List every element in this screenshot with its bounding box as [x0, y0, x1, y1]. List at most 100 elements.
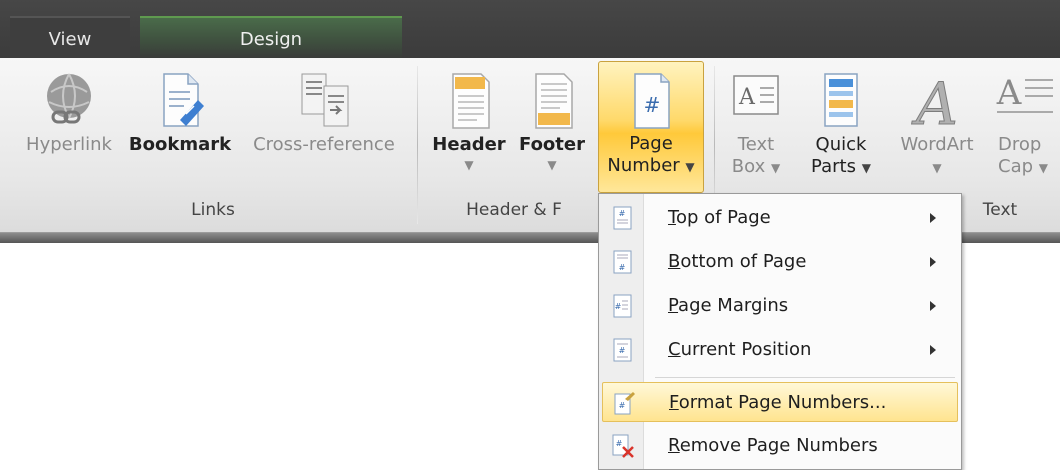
- menu-item-label: Remove Page Numbers: [668, 426, 878, 466]
- top-of-page-icon: #: [613, 206, 632, 230]
- menu-separator: [655, 377, 955, 378]
- menu-item-label: Top of Page: [668, 198, 771, 238]
- footer-dropdown-arrow-icon: ▼: [547, 158, 557, 172]
- text-box-line1: Text: [737, 134, 775, 155]
- svg-text:A: A: [996, 73, 1022, 113]
- text-box-line2: Box: [731, 156, 766, 177]
- menu-item-text: ottom of Page: [680, 251, 807, 272]
- wordart-dropdown-arrow-icon: ▼: [932, 161, 942, 175]
- bookmark-label: Bookmark: [128, 134, 232, 155]
- accelerator-key: B: [668, 251, 681, 272]
- menu-item-text: op of Page: [675, 207, 771, 228]
- quick-parts-line2: Parts: [811, 156, 856, 177]
- page-number-line1: Page: [629, 133, 673, 154]
- footer-text: Footer: [519, 134, 585, 155]
- header-footer-group-label: Header & F: [466, 200, 562, 220]
- tab-design[interactable]: Design: [140, 16, 402, 60]
- menu-item-label: Current Position: [668, 330, 811, 370]
- text-box-button[interactable]: A Text Box ▼: [720, 64, 792, 192]
- svg-text:#: #: [619, 346, 626, 355]
- menu-item-label: Page Margins: [668, 286, 788, 326]
- hyperlink-icon: [47, 73, 91, 124]
- submenu-arrow-icon: [930, 213, 936, 223]
- menu-item-remove-page-numbers[interactable]: # Remove Page Numbers: [602, 426, 958, 466]
- wordart-button[interactable]: A WordArt ▼: [890, 64, 984, 192]
- quick-parts-button[interactable]: Quick Parts ▼: [800, 64, 882, 192]
- cross-reference-button[interactable]: Cross-reference: [240, 64, 408, 192]
- footer-icon: [535, 73, 573, 129]
- group-separator: [417, 66, 418, 224]
- menu-item-label: Format Page Numbers...: [669, 383, 886, 423]
- header-text: Header: [432, 134, 506, 155]
- drop-cap-dropdown-arrow-icon: ▼: [1038, 161, 1048, 175]
- bookmark-button[interactable]: Bookmark: [126, 64, 234, 192]
- header-icon: [452, 73, 490, 129]
- bottom-of-page-icon: #: [613, 250, 632, 274]
- cross-reference-icon: [301, 73, 349, 127]
- menu-item-format-page-numbers[interactable]: # Format Page Numbers...: [602, 382, 958, 422]
- svg-text:#: #: [615, 302, 622, 311]
- footer-button[interactable]: Footer ▼: [512, 64, 592, 192]
- quick-parts-line1: Quick: [815, 134, 867, 155]
- footer-label: Footer ▼: [512, 134, 592, 174]
- page-number-button[interactable]: # Page Number ▼: [598, 61, 704, 193]
- svg-text:A: A: [738, 85, 756, 110]
- submenu-arrow-icon: [930, 345, 936, 355]
- menu-item-bottom-of-page[interactable]: # Bottom of Page: [602, 242, 958, 282]
- menu-item-text: emove Page Numbers: [679, 435, 878, 456]
- wordart-icon: A: [911, 70, 959, 132]
- header-button[interactable]: Header ▼: [428, 64, 510, 192]
- bookmark-icon: [163, 73, 204, 127]
- accelerator-key: P: [668, 295, 679, 316]
- quick-parts-dropdown-arrow-icon: ▼: [861, 161, 871, 175]
- drop-cap-icon: A: [996, 73, 1053, 113]
- current-position-icon: #: [613, 338, 632, 362]
- wordart-label: WordArt ▼: [890, 134, 984, 179]
- menu-item-text: age Margins: [678, 295, 789, 316]
- menu-item-top-of-page[interactable]: # Top of Page: [602, 198, 958, 238]
- page-number-dropdown-arrow-icon: ▼: [685, 160, 695, 174]
- accelerator-key: T: [668, 207, 676, 228]
- page-margins-icon: #: [613, 294, 632, 318]
- menu-item-text: urrent Position: [680, 339, 812, 360]
- text-box-label: Text Box ▼: [720, 134, 792, 179]
- wordart-text: WordArt: [900, 134, 974, 155]
- header-label: Header ▼: [428, 134, 510, 174]
- submenu-arrow-icon: [930, 301, 936, 311]
- drop-cap-line1: Drop: [998, 134, 1042, 155]
- accelerator-key: F: [669, 392, 679, 413]
- page-number-dropdown-menu: # Top of Page # Bottom of Page # Page Ma…: [598, 193, 962, 470]
- svg-text:#: #: [619, 401, 626, 410]
- menu-item-page-margins[interactable]: # Page Margins: [602, 286, 958, 326]
- remove-page-numbers-icon: #: [612, 434, 634, 458]
- page-number-icon: #: [634, 73, 670, 129]
- text-group-label: Text: [982, 200, 1018, 220]
- cross-reference-label: Cross-reference: [253, 134, 395, 155]
- drop-cap-label: Drop Cap ▼: [990, 134, 1060, 179]
- svg-text:#: #: [644, 93, 661, 117]
- text-box-icon: A: [733, 75, 779, 115]
- format-page-numbers-icon: #: [614, 392, 635, 415]
- links-group-label: Links: [191, 200, 235, 220]
- page-number-line2: Number: [607, 155, 680, 176]
- svg-text:#: #: [619, 263, 626, 272]
- menu-item-label: Bottom of Page: [668, 242, 806, 282]
- drop-cap-button[interactable]: A Drop Cap ▼: [990, 64, 1060, 192]
- text-box-dropdown-arrow-icon: ▼: [770, 161, 781, 175]
- accelerator-key: C: [668, 339, 681, 360]
- header-dropdown-arrow-icon: ▼: [464, 158, 474, 172]
- svg-text:#: #: [616, 439, 623, 448]
- ribbon-tab-bar: View Design: [0, 0, 1060, 60]
- hyperlink-label: Hyperlink: [26, 134, 112, 155]
- quick-parts-label: Quick Parts ▼: [800, 134, 882, 179]
- svg-text:A: A: [911, 70, 958, 132]
- accelerator-key: R: [668, 435, 680, 456]
- tab-view[interactable]: View: [10, 16, 130, 60]
- menu-item-text: ormat Page Numbers...: [678, 392, 887, 413]
- hyperlink-button[interactable]: Hyperlink: [18, 64, 120, 192]
- page-number-label: Page Number ▼: [599, 133, 703, 178]
- menu-item-current-position[interactable]: # Current Position: [602, 330, 958, 370]
- svg-text:#: #: [619, 209, 626, 218]
- quick-parts-icon: [824, 73, 858, 127]
- drop-cap-line2: Cap: [998, 156, 1034, 177]
